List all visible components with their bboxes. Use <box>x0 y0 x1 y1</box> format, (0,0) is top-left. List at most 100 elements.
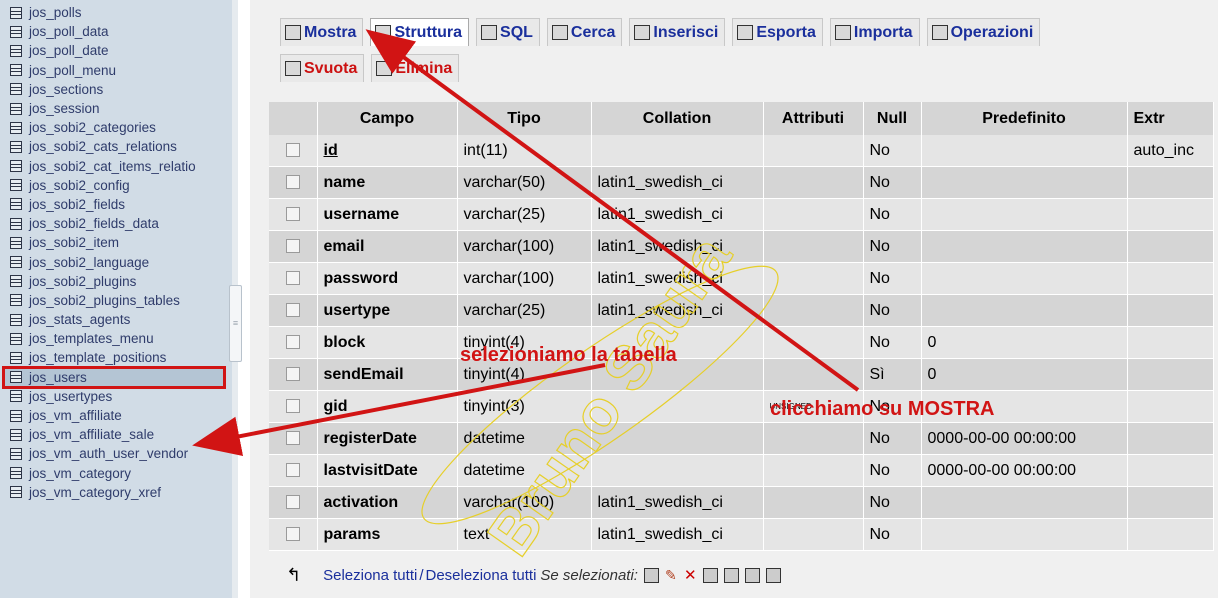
table-icon[interactable] <box>10 6 22 19</box>
sidebar-table-item[interactable]: jos_sobi2_language <box>10 252 232 271</box>
table-icon[interactable] <box>10 409 22 422</box>
table-icon[interactable] <box>10 217 22 230</box>
table-icon[interactable] <box>10 83 22 96</box>
tab-drop[interactable]: Elimina <box>371 54 460 82</box>
table-icon[interactable] <box>10 25 22 38</box>
table-row[interactable]: password varchar(100) latin1_swedish_ci No <box>269 262 1214 295</box>
sidebar-table-item[interactable]: jos_sobi2_item <box>10 233 232 252</box>
row-checkbox[interactable] <box>285 271 300 286</box>
sidebar-table-label[interactable]: jos_vm_affiliate <box>29 406 122 425</box>
table-row[interactable]: block tinyint(4) No 0 <box>269 326 1214 359</box>
tab-search[interactable]: Cerca <box>546 18 623 46</box>
table-icon[interactable] <box>10 275 22 288</box>
sidebar-table-item[interactable]: jos_usertypes <box>10 387 232 406</box>
tab-browse[interactable]: Mostra <box>280 18 364 46</box>
table-icon[interactable] <box>10 486 22 499</box>
sidebar-table-label[interactable]: jos_polls <box>29 3 82 22</box>
sidebar-table-item[interactable]: jos_vm_auth_user_vendor <box>10 444 232 463</box>
sidebar-table-label[interactable]: jos_poll_data <box>29 22 109 41</box>
table-icon[interactable] <box>10 390 22 403</box>
table-row[interactable]: name varchar(50) latin1_swedish_ci No <box>269 166 1214 199</box>
table-icon[interactable] <box>10 140 22 153</box>
sidebar-table-label[interactable]: jos_sobi2_categories <box>29 118 156 137</box>
sidebar-table-label[interactable]: jos_sobi2_plugins_tables <box>29 291 180 310</box>
sidebar-table-item[interactable]: jos_sections <box>10 80 232 99</box>
sidebar-table-item[interactable]: jos_users <box>2 365 226 389</box>
sidebar-table-item[interactable]: jos_sobi2_cats_relations <box>10 137 232 156</box>
sidebar-table-item[interactable]: jos_polls <box>10 3 232 22</box>
table-icon[interactable] <box>10 121 22 134</box>
table-row[interactable]: params text latin1_swedish_ci No <box>269 518 1214 551</box>
table-row[interactable]: username varchar(25) latin1_swedish_ci No <box>269 198 1214 231</box>
row-checkbox[interactable] <box>285 431 300 446</box>
tab-structure[interactable]: Struttura <box>370 18 470 46</box>
sidebar-table-item[interactable]: jos_poll_menu <box>10 61 232 80</box>
row-checkbox[interactable] <box>285 175 300 190</box>
sidebar-table-item[interactable]: jos_sobi2_plugins_tables <box>10 291 232 310</box>
sidebar-table-label[interactable]: jos_vm_auth_user_vendor <box>29 444 188 463</box>
table-row[interactable]: activation varchar(100) latin1_swedish_ci N… <box>269 486 1214 519</box>
row-checkbox[interactable] <box>285 207 300 222</box>
table-row[interactable]: id int(11) No auto_inc <box>269 135 1214 167</box>
table-icon[interactable] <box>10 351 22 364</box>
sidebar-table-item[interactable]: jos_templates_menu <box>10 329 232 348</box>
sidebar-table-label[interactable]: jos_poll_date <box>29 41 109 60</box>
fulltext-icon[interactable] <box>765 568 781 583</box>
delete-icon[interactable]: ✕ <box>684 568 697 583</box>
sidebar-table-label[interactable]: jos_sobi2_plugins <box>29 272 136 291</box>
row-checkbox[interactable] <box>285 463 300 478</box>
index-icon[interactable] <box>723 568 739 583</box>
sidebar-table-label[interactable]: jos_vm_category_xref <box>29 483 161 502</box>
sidebar-table-label[interactable]: jos_sobi2_item <box>29 233 119 252</box>
table-icon[interactable] <box>10 236 22 249</box>
row-checkbox[interactable] <box>285 303 300 318</box>
sidebar-table-label[interactable]: jos_session <box>29 99 100 118</box>
sidebar-table-item[interactable]: jos_sobi2_plugins <box>10 272 232 291</box>
primary-key-icon[interactable] <box>702 568 718 583</box>
deselect-all-link[interactable]: Deseleziona tutti <box>426 567 537 584</box>
sidebar-table-label[interactable]: jos_sobi2_fields_data <box>29 214 159 233</box>
table-row[interactable]: email varchar(100) latin1_swedish_ci No <box>269 230 1214 263</box>
tab-operations[interactable]: Operazioni <box>926 18 1041 46</box>
sidebar-table-item[interactable]: jos_vm_affiliate <box>10 406 232 425</box>
table-row[interactable]: gid tinyint(3) UNSIGNED No <box>269 390 1214 423</box>
table-row[interactable]: lastvisitDate datetime No 0000-00-00 00:00:… <box>269 454 1214 487</box>
sidebar-table-item[interactable]: jos_sobi2_cat_items_relatio <box>10 157 232 176</box>
tab-export[interactable]: Esporta <box>732 18 823 46</box>
table-row[interactable]: sendEmail tinyint(4) Sì 0 <box>269 358 1214 391</box>
sidebar-table-label[interactable]: jos_template_positions <box>29 348 166 367</box>
row-checkbox[interactable] <box>285 143 300 158</box>
table-icon[interactable] <box>10 467 22 480</box>
sidebar-table-item[interactable]: jos_template_positions <box>10 348 232 367</box>
sidebar-table-label[interactable]: jos_vm_affiliate_sale <box>29 425 154 444</box>
sidebar-table-item[interactable]: jos_sobi2_fields <box>10 195 232 214</box>
table-row[interactable]: registerDate datetime No 0000-00-00 00:00:0… <box>269 422 1214 455</box>
sidebar-table-label[interactable]: jos_vm_category <box>29 464 131 483</box>
tab-import[interactable]: Importa <box>829 18 920 46</box>
table-icon[interactable] <box>10 198 22 211</box>
sidebar-table-label[interactable]: jos_sobi2_cat_items_relatio <box>29 157 196 176</box>
sidebar-table-item[interactable]: jos_session <box>10 99 232 118</box>
sidebar-table-label[interactable]: jos_sobi2_config <box>29 176 130 195</box>
sidebar-scrollbar-thumb[interactable]: ≡ <box>229 285 242 362</box>
sidebar-table-label[interactable]: jos_usertypes <box>29 387 112 406</box>
table-row[interactable]: usertype varchar(25) latin1_swedish_ci No <box>269 294 1214 327</box>
row-checkbox[interactable] <box>285 335 300 350</box>
sidebar-table-item[interactable]: jos_sobi2_categories <box>10 118 232 137</box>
table-icon[interactable] <box>10 44 22 57</box>
sidebar-table-label[interactable]: jos_sobi2_fields <box>29 195 125 214</box>
table-icon[interactable] <box>10 102 22 115</box>
sidebar-table-label[interactable]: jos_sobi2_language <box>29 253 149 272</box>
sidebar-table-label[interactable]: jos_users <box>29 368 87 387</box>
select-all-link[interactable]: Seleziona tutti <box>323 567 417 584</box>
unique-icon[interactable] <box>744 568 760 583</box>
table-icon[interactable] <box>10 64 22 77</box>
sidebar-table-item[interactable]: jos_stats_agents <box>10 310 232 329</box>
table-icon[interactable] <box>10 428 22 441</box>
sidebar-table-item[interactable]: jos_vm_category <box>10 464 232 483</box>
sidebar-table-label[interactable]: jos_sobi2_cats_relations <box>29 137 177 156</box>
sidebar-table-item[interactable]: jos_vm_affiliate_sale <box>10 425 232 444</box>
row-checkbox[interactable] <box>285 367 300 382</box>
tab-empty[interactable]: Svuota <box>280 54 365 82</box>
sidebar-table-label[interactable]: jos_poll_menu <box>29 61 116 80</box>
